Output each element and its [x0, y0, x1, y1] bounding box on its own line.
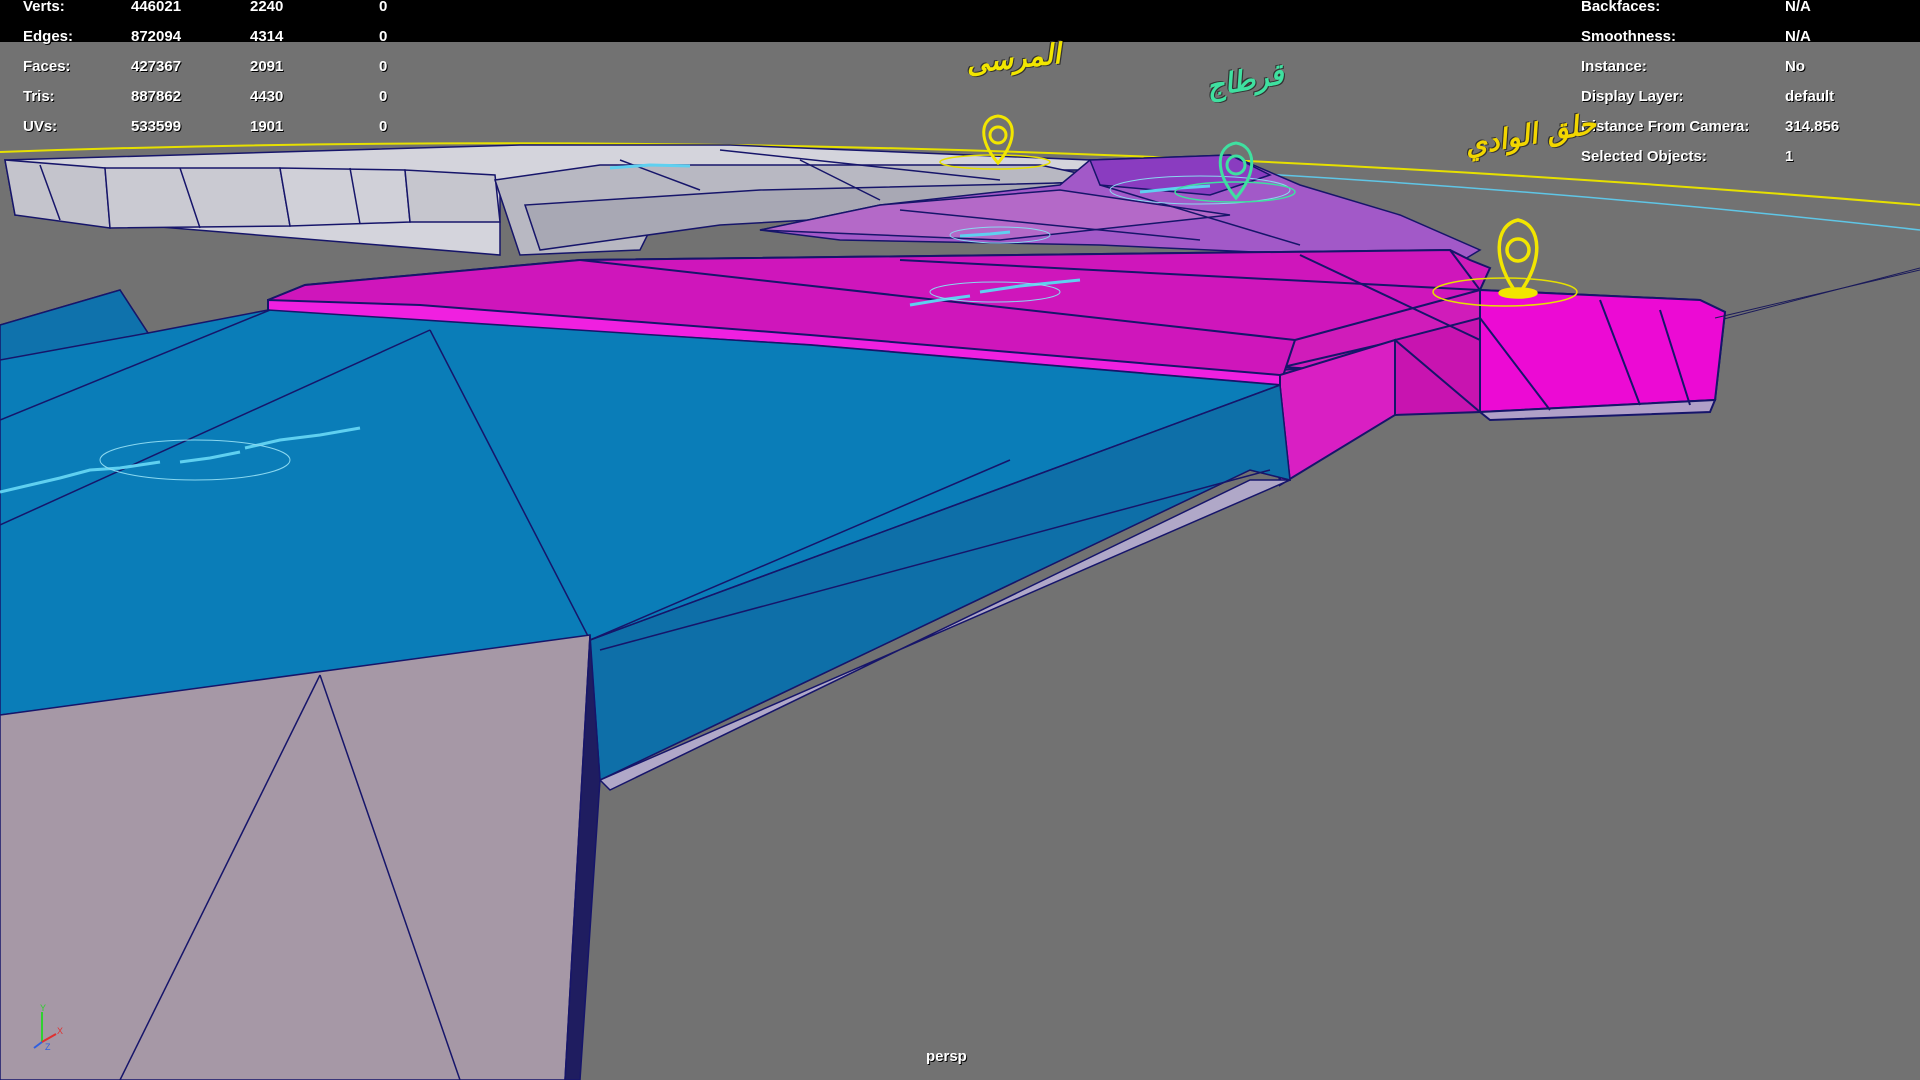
stat-value-scene: 887862 — [131, 88, 182, 105]
info-label: Display Layer: — [1581, 88, 1684, 105]
stat-value-selected: 0 — [379, 58, 388, 75]
info-value: 314.856 — [1785, 118, 1840, 135]
stat-value-selected: 0 — [379, 0, 388, 15]
stat-value-object: 2240 — [250, 0, 284, 15]
svg-text:X: X — [57, 1026, 63, 1036]
stat-value-selected: 0 — [379, 28, 388, 45]
camera-name-label: persp — [926, 1048, 967, 1065]
stat-label: Faces: — [23, 58, 71, 75]
info-value: N/A — [1785, 0, 1811, 15]
stat-label: UVs: — [23, 118, 58, 135]
stat-value-selected: 0 — [379, 118, 388, 135]
info-label: Selected Objects: — [1581, 148, 1707, 165]
stat-value-object: 4430 — [250, 88, 284, 105]
info-label: Instance: — [1581, 58, 1647, 75]
info-value: default — [1785, 88, 1835, 105]
info-value: 1 — [1785, 148, 1794, 165]
stat-value-scene: 872094 — [131, 28, 182, 45]
stat-label: Edges: — [23, 28, 74, 45]
stat-value-object: 4314 — [250, 28, 284, 45]
stat-value-scene: 427367 — [131, 58, 182, 75]
info-value: N/A — [1785, 28, 1811, 45]
info-label: Backfaces: — [1581, 0, 1661, 15]
svg-text:Y: Y — [40, 1004, 46, 1013]
axis-gizmo-icon: Y X Z — [33, 1004, 63, 1050]
info-label: Distance From Camera: — [1581, 118, 1750, 135]
info-label: Smoothness: — [1581, 28, 1677, 45]
stat-label: Tris: — [23, 88, 55, 105]
stat-value-object: 2091 — [250, 58, 284, 75]
stat-value-object: 1901 — [250, 118, 284, 135]
stat-label: Verts: — [23, 0, 65, 15]
stat-value-scene: 446021 — [131, 0, 182, 15]
svg-text:Z: Z — [45, 1042, 51, 1050]
3d-viewport[interactable]: Verts: 446021 2240 0 Edges: 872094 4314 … — [0, 0, 1920, 1080]
stat-value-scene: 533599 — [131, 118, 182, 135]
stat-value-selected: 0 — [379, 88, 388, 105]
info-value: No — [1785, 58, 1805, 75]
